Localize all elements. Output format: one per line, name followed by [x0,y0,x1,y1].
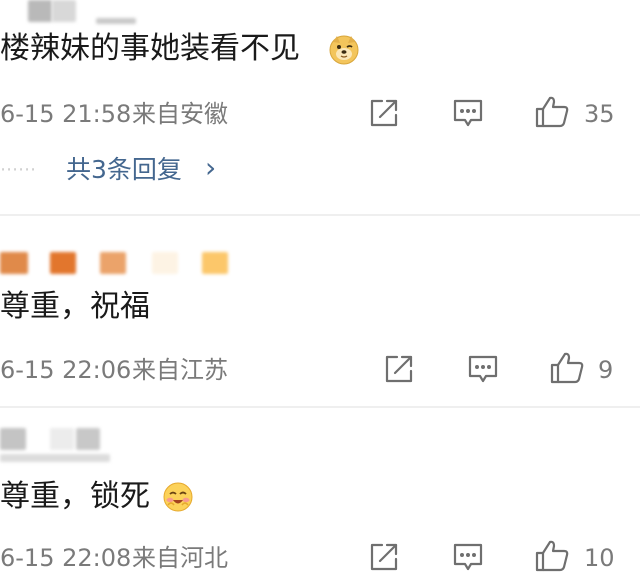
blurred-username [76,428,100,450]
blurred-username [100,252,126,274]
comment-text: 尊重，锁死 [0,479,150,514]
comment-timestamp: 6-15 21:58 [0,100,132,128]
comment-text: 楼辣妹的事她装看不见 [0,31,300,66]
blurred-username [202,252,228,274]
doge-face-icon [328,33,360,65]
comment-icon[interactable] [451,540,485,574]
blurred-username [0,428,26,450]
comment-location: 来自河北 [132,544,228,572]
like-count: 10 [584,544,615,572]
blurred-username [50,428,74,450]
blurred-username [28,0,52,22]
share-icon[interactable] [382,352,416,386]
like-icon[interactable] [534,538,570,574]
chevron-right-icon: › [205,151,217,184]
divider [0,214,640,216]
blurred-username [0,252,28,274]
like-icon[interactable] [549,350,585,386]
comment-icon[interactable] [451,96,485,130]
blurred-username [0,454,110,462]
comment-timestamp: 6-15 22:08 [0,544,132,572]
blurred-username [52,0,76,22]
comment-location: 来自安徽 [132,100,228,128]
blurred-username [152,252,178,274]
comment-location: 来自江苏 [132,356,228,384]
comment-text: 尊重，祝福 [0,289,150,324]
like-icon[interactable] [534,94,570,130]
comment-icon[interactable] [466,352,500,386]
like-count: 9 [598,356,614,384]
blurred-username [50,252,76,274]
laughing-blush-icon [162,481,194,513]
replies-label: 共3条回复 [66,155,182,184]
share-icon[interactable] [367,96,401,130]
comment-timestamp: 6-15 22:06 [0,356,132,384]
share-icon[interactable] [367,540,401,574]
divider [0,406,640,408]
blurred-username [96,18,136,24]
replies-indent-dots: ⋯⋯ [0,159,36,180]
like-count: 35 [584,100,615,128]
